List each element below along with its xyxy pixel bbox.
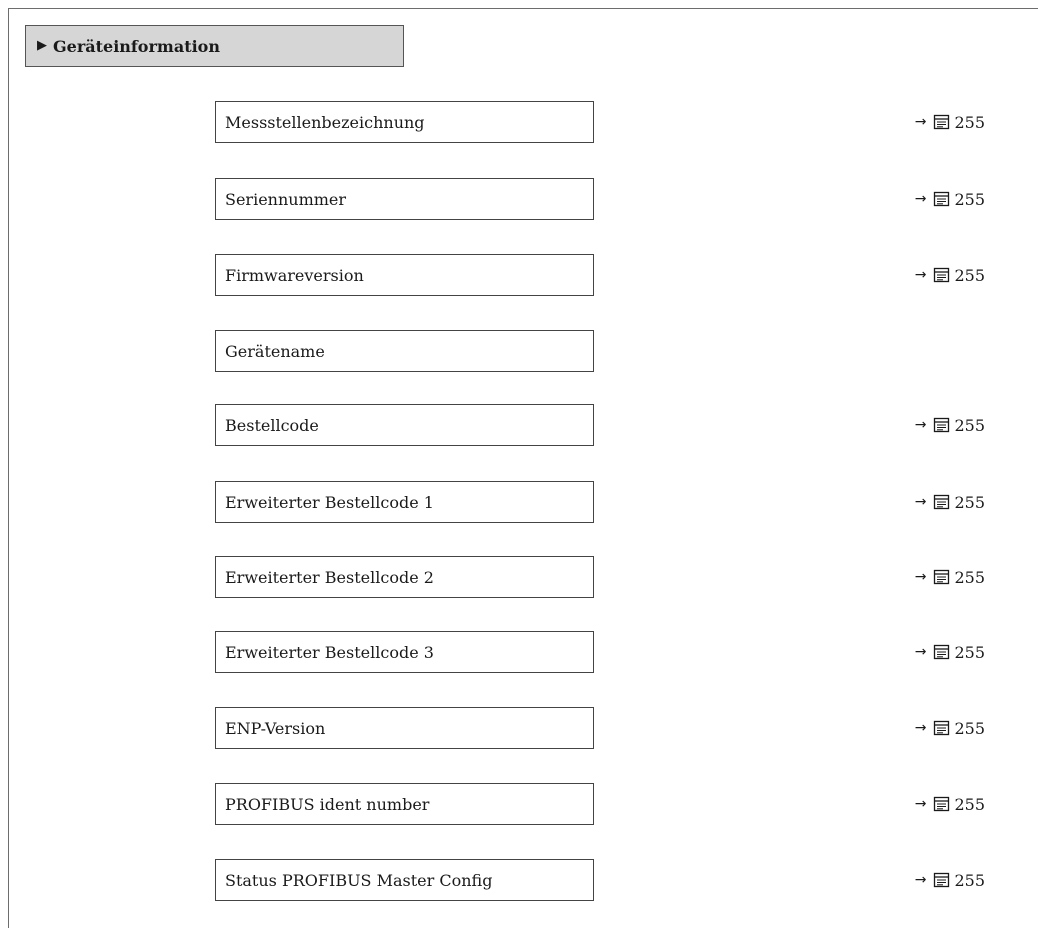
parameter-row: Erweiterter Bestellcode 3 → 255 (215, 631, 995, 673)
parameter-label: ENP-Version (225, 718, 326, 738)
triangle-right-icon: ▶ (37, 37, 47, 53)
page-number: 255 (954, 189, 985, 209)
parameter-row: Seriennummer → 255 (215, 178, 995, 220)
parameter-label: Status PROFIBUS Master Config (225, 870, 493, 890)
parameter-label: Seriennummer (225, 189, 347, 209)
parameter-box[interactable]: Messstellenbezeichnung (215, 101, 594, 143)
parameter-label: Firmwareversion (225, 265, 364, 285)
parameter-box[interactable]: Firmwareversion (215, 254, 594, 296)
arrow-right-icon: → (914, 796, 927, 812)
parameter-box[interactable]: ENP-Version (215, 707, 594, 749)
page-number: 255 (954, 415, 985, 435)
parameter-box[interactable]: Gerätename (215, 330, 594, 372)
book-page-icon (933, 720, 950, 736)
arrow-right-icon: → (914, 644, 927, 660)
page-reference[interactable]: → 255 (915, 481, 985, 523)
page-reference[interactable]: → 255 (915, 254, 985, 296)
book-page-icon (933, 417, 950, 433)
parameter-box[interactable]: Erweiterter Bestellcode 2 (215, 556, 594, 598)
page-reference[interactable]: → 255 (915, 556, 985, 598)
book-page-icon (933, 494, 950, 510)
book-page-icon (933, 644, 950, 660)
page-reference[interactable]: → 255 (915, 783, 985, 825)
parameter-box[interactable]: Erweiterter Bestellcode 1 (215, 481, 594, 523)
arrow-right-icon: → (914, 720, 927, 736)
page-number: 255 (954, 265, 985, 285)
arrow-right-icon: → (914, 114, 927, 130)
parameter-row: Erweiterter Bestellcode 2 → 255 (215, 556, 995, 598)
book-page-icon (933, 114, 950, 130)
page-reference[interactable]: → 255 (915, 631, 985, 673)
page-reference[interactable]: → 255 (915, 707, 985, 749)
parameter-label: Gerätename (225, 341, 325, 361)
parameter-row: Status PROFIBUS Master Config → 255 (215, 859, 995, 901)
parameter-row: ENP-Version → 255 (215, 707, 995, 749)
page-reference[interactable]: → 255 (915, 178, 985, 220)
parameter-label: Erweiterter Bestellcode 2 (225, 567, 434, 587)
book-page-icon (933, 796, 950, 812)
parameter-label: Erweiterter Bestellcode 1 (225, 492, 434, 512)
section-header-geraeteinformation[interactable]: ▶ Geräteinformation (25, 25, 404, 67)
parameter-box[interactable]: Status PROFIBUS Master Config (215, 859, 594, 901)
page-number: 255 (954, 567, 985, 587)
parameter-row: PROFIBUS ident number → 255 (215, 783, 995, 825)
section-title: Geräteinformation (53, 36, 220, 56)
parameter-label: PROFIBUS ident number (225, 794, 430, 814)
page-number: 255 (954, 870, 985, 890)
arrow-right-icon: → (914, 569, 927, 585)
parameter-label: Erweiterter Bestellcode 3 (225, 642, 434, 662)
parameter-box[interactable]: Bestellcode (215, 404, 594, 446)
book-page-icon (933, 267, 950, 283)
page-number: 255 (954, 642, 985, 662)
book-page-icon (933, 569, 950, 585)
book-page-icon (933, 191, 950, 207)
parameter-row: Gerätename (215, 330, 995, 372)
parameter-box[interactable]: PROFIBUS ident number (215, 783, 594, 825)
page-number: 255 (954, 492, 985, 512)
parameter-label: Bestellcode (225, 415, 319, 435)
arrow-right-icon: → (914, 267, 927, 283)
page-number: 255 (954, 718, 985, 738)
parameter-row: Erweiterter Bestellcode 1 → 255 (215, 481, 995, 523)
parameter-row: Messstellenbezeichnung → 255 (215, 101, 995, 143)
parameter-label: Messstellenbezeichnung (225, 112, 425, 132)
page-reference[interactable]: → 255 (915, 859, 985, 901)
parameter-box[interactable]: Erweiterter Bestellcode 3 (215, 631, 594, 673)
parameter-box[interactable]: Seriennummer (215, 178, 594, 220)
parameter-row: Firmwareversion → 255 (215, 254, 995, 296)
arrow-right-icon: → (914, 417, 927, 433)
book-page-icon (933, 872, 950, 888)
page-number: 255 (954, 112, 985, 132)
arrow-right-icon: → (914, 191, 927, 207)
parameter-row: Bestellcode → 255 (215, 404, 995, 446)
arrow-right-icon: → (914, 494, 927, 510)
arrow-right-icon: → (914, 872, 927, 888)
page-reference[interactable]: → 255 (915, 404, 985, 446)
page-reference[interactable]: → 255 (915, 101, 985, 143)
page-number: 255 (954, 794, 985, 814)
